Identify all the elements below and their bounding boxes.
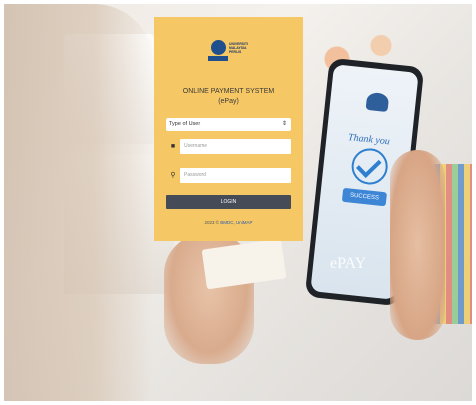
login-panel: UNIVERSITI MALAYSIA PERLIS ONLINE PAYMEN…	[154, 17, 303, 241]
phone-thank-text: Thank you	[347, 132, 391, 148]
check-circle-icon	[349, 146, 390, 187]
username-field: ■ Username	[166, 139, 291, 154]
right-hand	[390, 150, 445, 340]
logo-text: UNIVERSITI MALAYSIA PERLIS	[229, 42, 249, 54]
user-type-select[interactable]: Type of User ⇕	[166, 118, 291, 131]
logo-base	[208, 56, 228, 61]
logo-emblem	[211, 40, 226, 55]
university-logo: UNIVERSITI MALAYSIA PERLIS	[205, 40, 253, 66]
user-type-selected: Type of User	[169, 121, 201, 127]
password-field: ⚲ Password	[166, 168, 291, 183]
chevron-updown-icon: ⇕	[281, 121, 287, 127]
phone-logo	[365, 91, 390, 113]
background-arm	[4, 4, 154, 401]
footer-link[interactable]: BMDC, UniMAP	[220, 220, 252, 225]
page-title: ONLINE PAYMENT SYSTEM (ePay)	[154, 87, 303, 107]
login-button[interactable]: LOGIN	[166, 195, 291, 209]
title-line-2: (ePay)	[218, 98, 239, 105]
phone-success-badge: SUCCESS	[341, 187, 388, 207]
user-icon: ■	[170, 143, 176, 150]
footer-copyright: 2023 ©	[204, 220, 221, 225]
key-icon: ⚲	[170, 172, 176, 179]
username-input[interactable]: Username	[180, 139, 291, 154]
title-line-1: ONLINE PAYMENT SYSTEM	[182, 88, 275, 95]
password-input[interactable]: Password	[180, 168, 291, 183]
footer: 2023 © BMDC, UniMAP	[154, 220, 303, 225]
phone-epay-text: ePAY	[330, 255, 367, 272]
